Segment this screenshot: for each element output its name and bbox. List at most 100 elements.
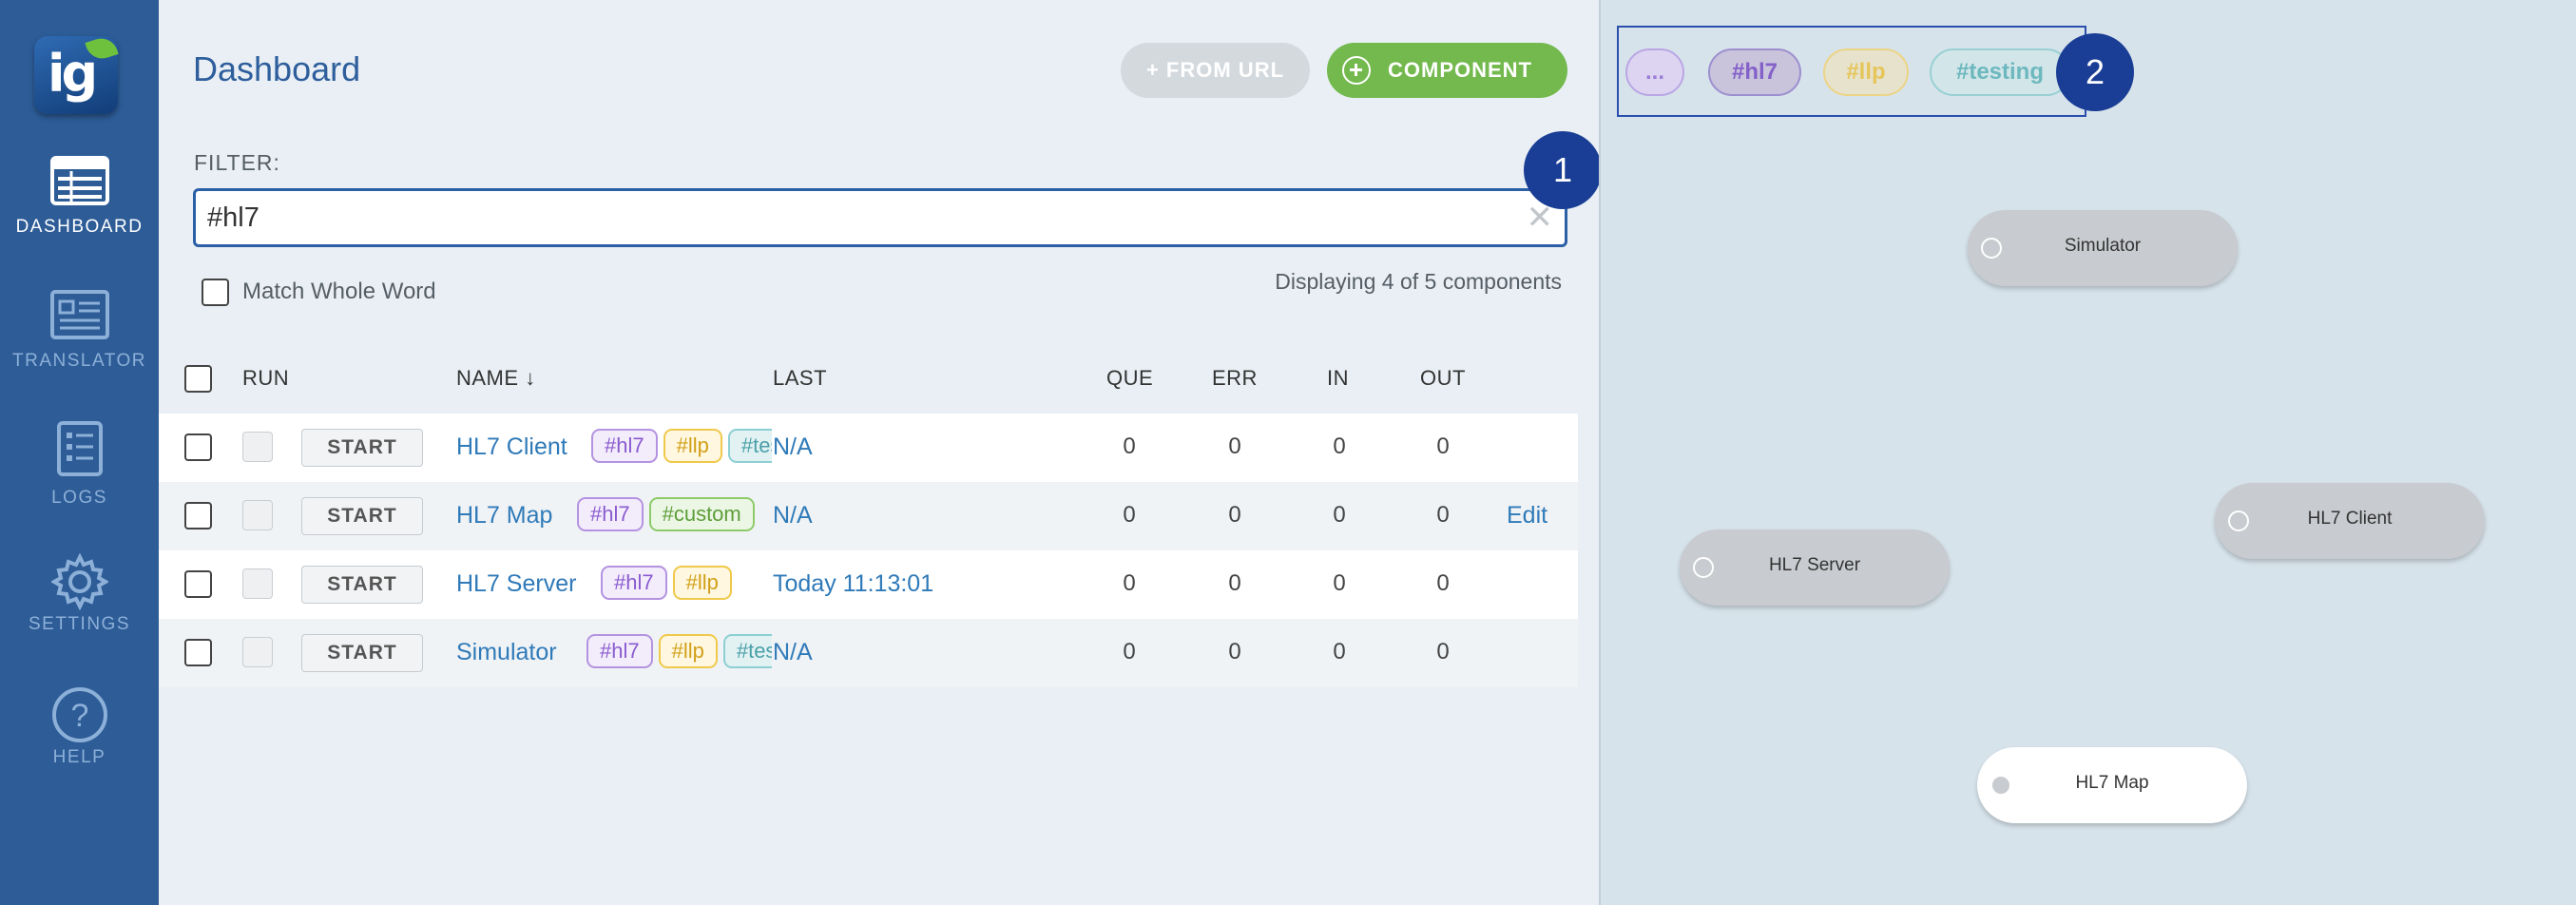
sidebar-item-settings[interactable]: SETTINGS	[0, 553, 159, 667]
last-value: Today 11:13:01	[773, 570, 934, 597]
sidebar-item-dashboard[interactable]: DASHBOARD	[0, 156, 159, 270]
run-checkbox[interactable]	[242, 500, 273, 530]
app-logo[interactable]: ig	[34, 33, 119, 114]
node-label: HL7 Server	[1768, 555, 1861, 575]
run-checkbox[interactable]	[242, 432, 273, 462]
err-value: 0	[1228, 639, 1241, 664]
out-value: 0	[1436, 639, 1450, 664]
run-checkbox[interactable]	[242, 568, 273, 599]
help-icon: ?	[51, 687, 107, 742]
sort-arrow-icon: ↓	[525, 366, 536, 390]
start-button[interactable]: START	[301, 566, 423, 604]
plus-circle-icon	[1342, 56, 1371, 85]
tag-llp[interactable]: #llp	[663, 429, 722, 463]
que-value: 0	[1123, 639, 1136, 664]
add-component-button[interactable]: COMPONENT	[1327, 43, 1567, 98]
add-component-label: COMPONENT	[1388, 58, 1532, 82]
column-header-name[interactable]: NAME ↓	[456, 366, 536, 391]
sidebar-item-label: SETTINGS	[28, 614, 130, 634]
edit-link[interactable]: Edit	[1507, 502, 1548, 530]
component-name-link[interactable]: HL7 Server	[456, 570, 576, 598]
canvas-node[interactable]: HL7 Map	[1977, 747, 2247, 823]
out-value: 0	[1436, 570, 1450, 596]
table-row: START Simulator #hl7#llp#testing N/A 0 0…	[159, 619, 1578, 687]
table-row: START HL7 Server #hl7 #llp Today 11:13:01…	[159, 550, 1578, 619]
tag-llp[interactable]: #llp	[672, 566, 732, 600]
column-header-que: QUE	[1106, 366, 1154, 390]
component-canvas[interactable]: ... #hl7 #llp #testing 2 Simulator HL7 C…	[1599, 0, 2576, 905]
row-checkbox[interactable]	[184, 570, 212, 598]
tag-list: #hl7#llp#testing	[586, 634, 772, 672]
row-checkbox[interactable]	[184, 639, 212, 666]
tag-list: #hl7 #llp	[601, 566, 772, 604]
main-panel: Dashboard + FROM URL COMPONENT FILTER: ✕…	[159, 0, 1602, 905]
sidebar-item-label: TRANSLATOR	[12, 351, 146, 371]
sidebar-item-logs[interactable]: LOGS	[0, 421, 159, 535]
column-header-name-label: NAME	[456, 366, 519, 390]
start-button[interactable]: START	[301, 429, 423, 467]
sidebar-item-label: DASHBOARD	[15, 217, 144, 237]
tag-testing[interactable]: #testing	[727, 429, 772, 463]
tag-testing[interactable]: #testing	[722, 634, 772, 668]
out-value: 0	[1436, 502, 1450, 528]
in-value: 0	[1333, 502, 1346, 528]
column-header-in: IN	[1327, 366, 1349, 390]
que-value: 0	[1123, 433, 1136, 459]
row-checkbox[interactable]	[184, 433, 212, 461]
match-whole-word-checkbox[interactable]	[202, 279, 229, 306]
dashboard-icon	[49, 156, 109, 205]
more-tags-pill[interactable]: ...	[1625, 48, 1684, 96]
node-label: HL7 Map	[2075, 773, 2149, 793]
err-value: 0	[1228, 502, 1241, 528]
column-header-run: RUN	[242, 366, 290, 390]
err-value: 0	[1228, 433, 1241, 459]
tag-llp[interactable]: #llp	[658, 634, 718, 668]
sidebar-item-help[interactable]: ? HELP	[0, 686, 159, 800]
annotation-badge-1: 1	[1524, 131, 1602, 209]
in-value: 0	[1333, 639, 1346, 664]
sidebar-item-translator[interactable]: TRANSLATOR	[0, 290, 159, 404]
tag-filter-bar: ... #hl7 #llp #testing	[1617, 26, 2086, 117]
column-header-out: OUT	[1420, 366, 1466, 390]
in-value: 0	[1333, 433, 1346, 459]
start-button[interactable]: START	[301, 497, 423, 535]
out-value: 0	[1436, 433, 1450, 459]
gear-icon	[50, 553, 108, 610]
column-header-last: LAST	[773, 366, 828, 390]
page-title: Dashboard	[193, 49, 361, 88]
canvas-node[interactable]: HL7 Server	[1680, 530, 1950, 606]
canvas-node[interactable]: Simulator	[1968, 210, 2238, 286]
start-button[interactable]: START	[301, 634, 423, 672]
row-checkbox[interactable]	[184, 502, 212, 530]
component-name-link[interactable]: HL7 Client	[456, 433, 567, 461]
filter-input[interactable]	[207, 199, 1500, 237]
que-value: 0	[1123, 502, 1136, 528]
select-all-checkbox[interactable]	[184, 365, 212, 393]
tag-pill-llp[interactable]: #llp	[1823, 48, 1909, 96]
sidebar-item-label: LOGS	[51, 488, 107, 508]
node-label: HL7 Client	[2307, 509, 2393, 529]
tag-pill-hl7[interactable]: #hl7	[1708, 48, 1801, 96]
sidebar: ig DASHBOARD TRANSLATOR LOGS SETTINGS ? …	[0, 0, 159, 905]
last-value: N/A	[773, 639, 813, 665]
sidebar-item-label: HELP	[52, 747, 106, 767]
node-label: Simulator	[2064, 236, 2142, 256]
tag-list: #hl7#llp#testing	[591, 429, 772, 467]
in-value: 0	[1333, 570, 1346, 596]
annotation-badge-2: 2	[2056, 33, 2134, 111]
tag-hl7[interactable]: #hl7	[577, 497, 644, 531]
column-header-err: ERR	[1212, 366, 1258, 390]
component-name-link[interactable]: Simulator	[456, 639, 557, 666]
run-checkbox[interactable]	[242, 637, 273, 667]
tag-hl7[interactable]: #hl7	[601, 566, 667, 600]
displaying-count: Displaying 4 of 5 components	[1275, 269, 1562, 294]
last-value: N/A	[773, 502, 813, 529]
tag-custom[interactable]: #custom	[648, 497, 755, 531]
tag-hl7[interactable]: #hl7	[591, 429, 658, 463]
tag-hl7[interactable]: #hl7	[586, 634, 653, 668]
component-name-link[interactable]: HL7 Map	[456, 502, 552, 530]
tag-pill-testing[interactable]: #testing	[1930, 48, 2070, 96]
canvas-node[interactable]: HL7 Client	[2215, 483, 2485, 559]
from-url-button[interactable]: + FROM URL	[1121, 43, 1310, 98]
que-value: 0	[1123, 570, 1136, 596]
